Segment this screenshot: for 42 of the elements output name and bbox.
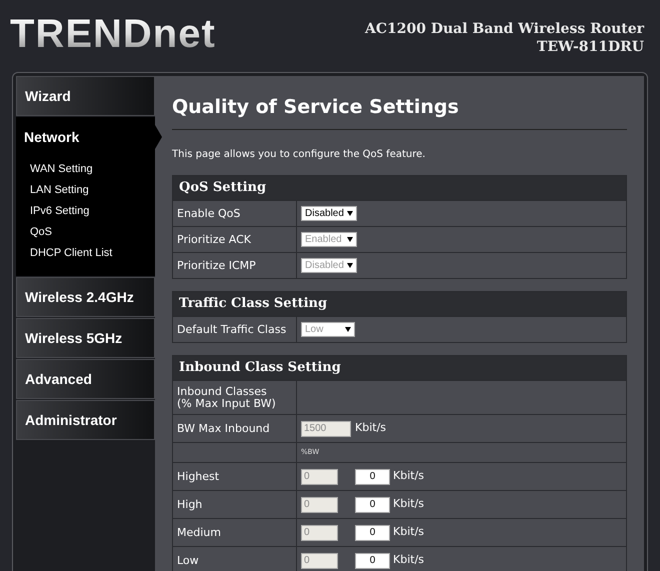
input-field[interactable]: 0	[355, 468, 390, 484]
nav-subitem[interactable]: WAN Setting	[30, 159, 155, 180]
nav-subitem[interactable]: QoS	[30, 222, 155, 243]
unit-label: Kbit/s	[393, 468, 424, 484]
unit-label: Kbit/s	[393, 496, 424, 512]
product-name: AC1200 Dual Band Wireless Router	[364, 20, 644, 38]
page-title: Quality of Service Settings	[172, 95, 460, 120]
section-header: Traffic Class Setting	[173, 292, 626, 316]
section-header: Inbound Class Setting	[173, 356, 626, 380]
page-description: This page allows you to configure the QoS feature.	[172, 148, 426, 162]
nav-item[interactable]: Network	[16, 117, 155, 157]
nav-item[interactable]: Advanced	[16, 359, 155, 399]
setting-label: Default Traffic Class	[177, 324, 286, 336]
setting-label: Prioritize ICMP	[177, 260, 256, 272]
setting-label: BW Max Inbound	[177, 422, 270, 434]
setting-label: Medium	[177, 526, 221, 538]
input-field[interactable]: 0	[355, 524, 390, 540]
section-header: QoS Setting	[173, 176, 626, 200]
nav-item[interactable]: Wireless 2.4GHz	[16, 277, 155, 317]
nav-subitem[interactable]: IPv6 Setting	[30, 201, 155, 222]
nav-item[interactable]: Administrator	[16, 400, 155, 440]
caret-icon	[347, 211, 353, 216]
input-field[interactable]: 0	[355, 496, 390, 512]
dropdown[interactable]: Disabled	[301, 206, 357, 221]
setting-label: High	[177, 498, 202, 510]
unit-label: Kbit/s	[393, 524, 424, 540]
nav-subitem[interactable]: LAN Setting	[30, 180, 155, 201]
nav-subitem[interactable]: DHCP Client List	[30, 243, 155, 264]
unit-label: Kbit/s	[355, 420, 386, 436]
model-number: TEW-811DRU	[536, 38, 644, 56]
caret-icon	[347, 237, 353, 242]
setting-label: Highest	[177, 470, 220, 482]
nav-item[interactable]: Wizard	[16, 76, 155, 116]
nav-item[interactable]: Wireless 5GHz	[16, 318, 155, 358]
setting-label: Low	[177, 554, 199, 566]
unit-label: Kbit/s	[393, 552, 424, 568]
setting-label: Enable QoS	[177, 208, 240, 220]
setting-label: Prioritize ACK	[177, 234, 251, 246]
setting-label: Inbound Classes (% Max Input BW)	[177, 386, 276, 410]
caret-icon	[347, 263, 353, 268]
caret-icon	[345, 327, 351, 332]
input-field[interactable]: 0	[355, 552, 390, 568]
